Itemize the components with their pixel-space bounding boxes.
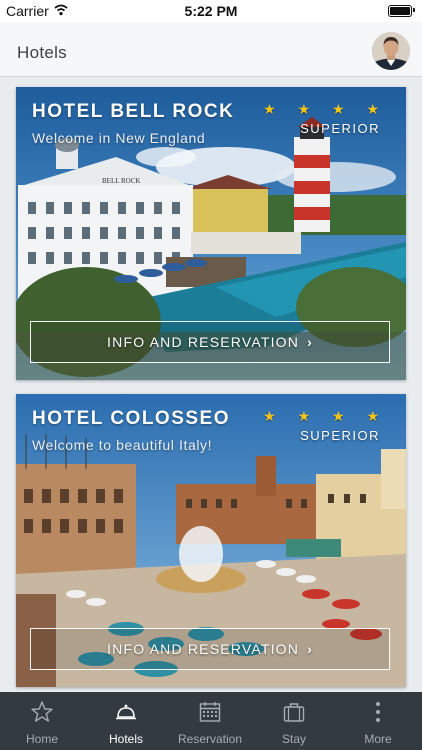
chevron-right-icon: › [307,334,313,350]
info-reservation-label: INFO AND RESERVATION [107,334,300,350]
info-reservation-button[interactable]: INFO AND RESERVATION › [30,628,390,670]
bell-rock-facade-sign: BELL ROCK [102,177,140,185]
tab-hotels[interactable]: Hotels [84,692,168,750]
tab-stay[interactable]: Stay [252,692,336,750]
tab-label: More [364,732,392,746]
hotel-name: HOTEL BELL ROCK [32,101,235,122]
tab-reservation[interactable]: Reservation [168,692,252,750]
hotel-category: SUPERIOR [300,428,380,443]
hotel-category: SUPERIOR [300,121,380,136]
tab-bar: Home Hotels Reservation Stay More [0,692,422,750]
star-rating: ★ ★ ★ ★ [263,101,388,117]
tab-more[interactable]: More [336,692,420,750]
hotel-name: HOTEL COLOSSEO [32,408,231,429]
avatar-image [372,32,410,70]
more-icon [376,702,380,722]
page-title: Hotels [17,43,67,62]
chevron-right-icon: › [307,641,313,657]
tab-home[interactable]: Home [0,692,84,750]
navigation-bar: Hotels [0,22,422,77]
suitcase-icon [283,703,305,722]
hotel-card-colosseo[interactable]: HOTEL COLOSSEO Welcome to beautiful Ital… [16,394,406,687]
status-bar: Carrier 5:22 PM [0,0,422,22]
info-reservation-label: INFO AND RESERVATION [107,641,300,657]
info-reservation-button[interactable]: INFO AND RESERVATION › [30,321,390,363]
battery-icon [388,5,412,17]
battery-tip [413,8,415,12]
hotel-card-bell-rock[interactable]: BELL ROCK HOTEL BELL ROCK Welcome in New… [16,87,406,380]
status-time: 5:22 PM [184,3,238,19]
calendar-icon [199,702,221,722]
tab-label: Home [25,732,58,746]
tab-label: Reservation [177,732,243,746]
tab-label: Stay [281,732,306,746]
hotel-welcome-text: Welcome in New England [32,130,206,146]
avatar[interactable] [372,32,410,70]
bell-icon [116,704,136,720]
star-icon [31,701,53,722]
hotel-welcome-text: Welcome to beautiful Italy! [32,437,213,453]
tab-label: Hotels [108,732,143,746]
star-rating: ★ ★ ★ ★ [263,408,388,424]
